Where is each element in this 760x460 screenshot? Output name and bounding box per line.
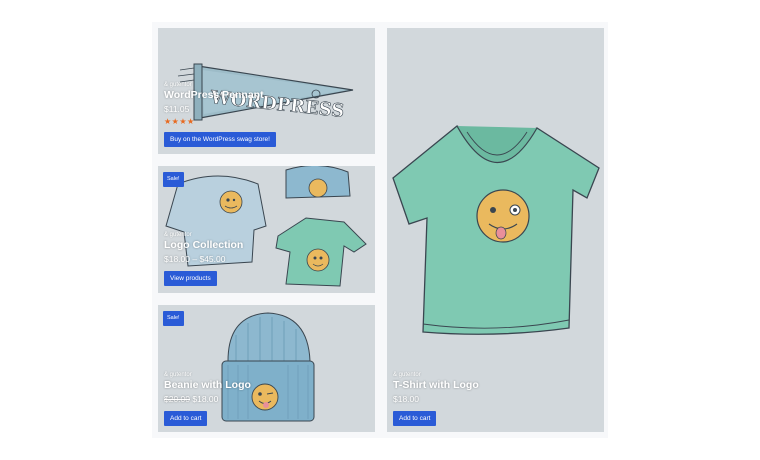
sale-price: $18.00 xyxy=(192,394,219,404)
add-to-cart-button[interactable]: Add to cart xyxy=(164,411,208,426)
product-card-tshirt[interactable]: & gutentor T-Shirt with Logo $18.00 Add … xyxy=(387,28,604,432)
product-card-logo-collection[interactable]: Sale! & gutentor Logo Collection $18.00 … xyxy=(158,166,375,293)
product-price: $18.00 xyxy=(393,394,419,404)
product-author: & gutentor xyxy=(164,372,192,378)
product-card-pennant[interactable]: WORDPRESS & gutentor WordPress Pennant $… xyxy=(158,28,375,154)
buy-button[interactable]: Buy on the WordPress swag store! xyxy=(164,132,276,147)
old-price: $20.00 xyxy=(164,394,190,404)
product-price: $11.05 xyxy=(164,104,190,114)
product-title[interactable]: Logo Collection xyxy=(164,239,243,252)
product-price: $20.00 $18.00 xyxy=(164,393,251,405)
sale-badge: Sale! xyxy=(163,311,184,326)
product-author: & gutentor xyxy=(164,82,192,88)
star-rating: ★★★★ xyxy=(164,117,195,126)
product-info: & gutentor T-Shirt with Logo $18.00 Add … xyxy=(393,371,479,426)
product-price: $18.00 – $45.00 xyxy=(164,254,226,264)
product-title[interactable]: T-Shirt with Logo xyxy=(393,379,479,392)
product-card-beanie[interactable]: Sale! & gutentor Beanie with Logo $20.00… xyxy=(158,305,375,432)
product-info: & gutentor Logo Collection $18.00 – $45.… xyxy=(164,231,243,286)
product-title[interactable]: WordPress Pennant xyxy=(164,89,276,102)
product-title[interactable]: Beanie with Logo xyxy=(164,379,251,392)
product-info: & gutentor WordPress Pennant $11.05 ★★★★… xyxy=(164,81,276,147)
view-products-button[interactable]: View products xyxy=(164,271,217,286)
add-to-cart-button[interactable]: Add to cart xyxy=(393,411,437,426)
product-author: & gutentor xyxy=(164,232,192,238)
product-info: & gutentor Beanie with Logo $20.00 $18.0… xyxy=(164,371,251,426)
product-author: & gutentor xyxy=(393,372,421,378)
sale-badge: Sale! xyxy=(163,172,184,187)
